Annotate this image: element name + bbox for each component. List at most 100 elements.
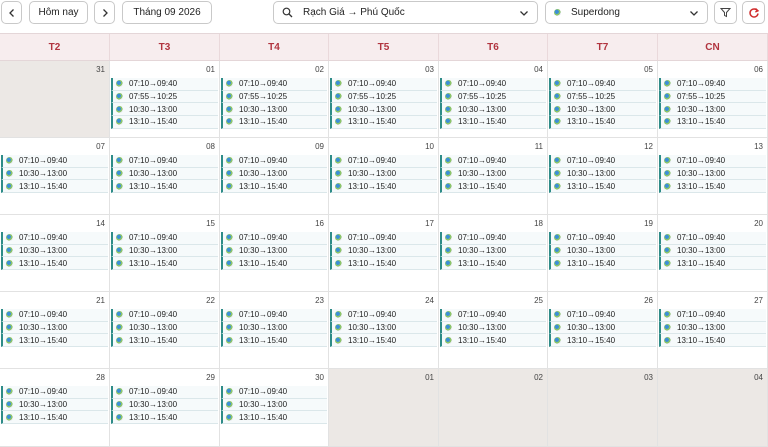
day-cell[interactable]: 27 07:10→09:40 10:30→13:00 13:10→15:40 [658, 292, 768, 369]
day-cell[interactable]: 12 07:10→09:40 10:30→13:00 13:10→15:40 [548, 138, 658, 215]
trip-event[interactable]: 07:10→09:40 [549, 78, 656, 91]
day-cell[interactable]: 14 07:10→09:40 10:30→13:00 13:10→15:40 [0, 215, 110, 292]
day-cell[interactable]: 19 07:10→09:40 10:30→13:00 13:10→15:40 [548, 215, 658, 292]
trip-event[interactable]: 10:30→13:00 [549, 167, 656, 181]
trip-event[interactable]: 10:30→13:00 [549, 321, 656, 335]
day-cell[interactable]: 07 07:10→09:40 10:30→13:00 13:10→15:40 [0, 138, 110, 215]
trip-event[interactable]: 10:30→13:00 [221, 398, 327, 412]
today-button[interactable]: Hôm nay [29, 1, 88, 24]
trip-event[interactable]: 10:30→13:00 [330, 103, 437, 117]
trip-event[interactable]: 07:10→09:40 [111, 386, 218, 399]
trip-event[interactable]: 10:30→13:00 [221, 244, 327, 258]
trip-event[interactable]: 13:10→15:40 [549, 116, 656, 129]
trip-event[interactable]: 13:10→15:40 [111, 116, 218, 129]
trip-event[interactable]: 13:10→15:40 [221, 334, 327, 348]
trip-event[interactable]: 10:30→13:00 [111, 103, 218, 117]
trip-event[interactable]: 13:10→15:40 [330, 257, 437, 271]
trip-event[interactable]: 07:10→09:40 [549, 309, 656, 322]
trip-event[interactable]: 10:30→13:00 [221, 321, 327, 335]
trip-event[interactable]: 10:30→13:00 [440, 103, 546, 117]
day-cell[interactable]: 29 07:10→09:40 10:30→13:00 13:10→15:40 [110, 369, 220, 447]
route-select[interactable]: Rạch Giá → Phú Quốc [273, 1, 538, 24]
trip-event[interactable]: 10:30→13:00 [221, 103, 327, 117]
trip-event[interactable]: 10:30→13:00 [111, 398, 218, 412]
day-cell[interactable]: 18 07:10→09:40 10:30→13:00 13:10→15:40 [439, 215, 548, 292]
trip-event[interactable]: 13:10→15:40 [111, 334, 218, 348]
day-cell[interactable]: 16 07:10→09:40 10:30→13:00 13:10→15:40 [220, 215, 329, 292]
trip-event[interactable]: 13:10→15:40 [549, 334, 656, 348]
day-cell[interactable]: 04 07:10→09:40 07:55→10:25 10:30→13:00 13:10… [439, 61, 548, 138]
trip-event[interactable]: 10:30→13:00 [1, 398, 108, 412]
day-cell[interactable]: 25 07:10→09:40 10:30→13:00 13:10→15:40 [439, 292, 548, 369]
trip-event[interactable]: 13:10→15:40 [549, 257, 656, 271]
trip-event[interactable]: 13:10→15:40 [221, 116, 327, 129]
trip-event[interactable]: 13:10→15:40 [111, 257, 218, 271]
trip-event[interactable]: 10:30→13:00 [221, 167, 327, 181]
trip-event[interactable]: 13:10→15:40 [440, 180, 546, 194]
trip-event[interactable]: 10:30→13:00 [1, 244, 108, 258]
day-cell[interactable]: 02 07:10→09:40 07:55→10:25 10:30→13:00 13:10… [220, 61, 329, 138]
trip-event[interactable]: 10:30→13:00 [659, 103, 766, 117]
trip-event[interactable]: 07:10→09:40 [659, 232, 766, 245]
day-cell[interactable]: 15 07:10→09:40 10:30→13:00 13:10→15:40 [110, 215, 220, 292]
day-cell[interactable]: 10 07:10→09:40 10:30→13:00 13:10→15:40 [329, 138, 439, 215]
day-cell[interactable]: 13 07:10→09:40 10:30→13:00 13:10→15:40 [658, 138, 768, 215]
refresh-button[interactable] [742, 1, 765, 24]
trip-event[interactable]: 07:10→09:40 [440, 78, 546, 91]
trip-event[interactable]: 07:10→09:40 [221, 386, 327, 399]
day-cell[interactable]: 22 07:10→09:40 10:30→13:00 13:10→15:40 [110, 292, 220, 369]
trip-event[interactable]: 10:30→13:00 [549, 244, 656, 258]
trip-event[interactable]: 07:10→09:40 [440, 309, 546, 322]
trip-event[interactable]: 10:30→13:00 [111, 244, 218, 258]
trip-event[interactable]: 10:30→13:00 [659, 321, 766, 335]
day-cell[interactable]: 06 07:10→09:40 07:55→10:25 10:30→13:00 13:10… [658, 61, 768, 138]
trip-event[interactable]: 07:10→09:40 [659, 155, 766, 168]
prev-month-button[interactable] [1, 1, 22, 24]
trip-event[interactable]: 07:10→09:40 [111, 155, 218, 168]
trip-event[interactable]: 07:10→09:40 [330, 155, 437, 168]
trip-event[interactable]: 07:55→10:25 [440, 90, 546, 104]
trip-event[interactable]: 13:10→15:40 [659, 334, 766, 348]
trip-event[interactable]: 07:10→09:40 [549, 155, 656, 168]
trip-event[interactable]: 07:10→09:40 [111, 309, 218, 322]
trip-event[interactable]: 13:10→15:40 [330, 180, 437, 194]
trip-event[interactable]: 07:10→09:40 [659, 309, 766, 322]
trip-event[interactable]: 10:30→13:00 [549, 103, 656, 117]
next-month-button[interactable] [94, 1, 115, 24]
day-cell[interactable]: 23 07:10→09:40 10:30→13:00 13:10→15:40 [220, 292, 329, 369]
trip-event[interactable]: 07:10→09:40 [1, 309, 108, 322]
day-cell[interactable]: 02 [439, 369, 548, 447]
day-cell[interactable]: 31 [0, 61, 110, 138]
trip-event[interactable]: 13:10→15:40 [440, 257, 546, 271]
trip-event[interactable]: 07:10→09:40 [440, 155, 546, 168]
trip-event[interactable]: 13:10→15:40 [549, 180, 656, 194]
day-cell[interactable]: 20 07:10→09:40 10:30→13:00 13:10→15:40 [658, 215, 768, 292]
trip-event[interactable]: 07:55→10:25 [659, 90, 766, 104]
day-cell[interactable]: 08 07:10→09:40 10:30→13:00 13:10→15:40 [110, 138, 220, 215]
trip-event[interactable]: 07:10→09:40 [330, 232, 437, 245]
trip-event[interactable]: 07:10→09:40 [659, 78, 766, 91]
trip-event[interactable]: 13:10→15:40 [221, 180, 327, 194]
trip-event[interactable]: 10:30→13:00 [111, 167, 218, 181]
trip-event[interactable]: 13:10→15:40 [440, 334, 546, 348]
trip-event[interactable]: 07:10→09:40 [111, 78, 218, 91]
trip-event[interactable]: 10:30→13:00 [440, 321, 546, 335]
day-cell[interactable]: 21 07:10→09:40 10:30→13:00 13:10→15:40 [0, 292, 110, 369]
trip-event[interactable]: 07:10→09:40 [1, 386, 108, 399]
trip-event[interactable]: 07:10→09:40 [221, 155, 327, 168]
trip-event[interactable]: 10:30→13:00 [659, 244, 766, 258]
trip-event[interactable]: 13:10→15:40 [221, 257, 327, 271]
trip-event[interactable]: 13:10→15:40 [659, 116, 766, 129]
trip-event[interactable]: 10:30→13:00 [659, 167, 766, 181]
trip-event[interactable]: 10:30→13:00 [440, 244, 546, 258]
day-cell[interactable]: 03 [548, 369, 658, 447]
trip-event[interactable]: 13:10→15:40 [221, 411, 327, 425]
trip-event[interactable]: 13:10→15:40 [659, 257, 766, 271]
day-cell[interactable]: 26 07:10→09:40 10:30→13:00 13:10→15:40 [548, 292, 658, 369]
day-cell[interactable]: 04 [658, 369, 768, 447]
day-cell[interactable]: 03 07:10→09:40 07:55→10:25 10:30→13:00 13:10… [329, 61, 439, 138]
trip-event[interactable]: 10:30→13:00 [440, 167, 546, 181]
day-cell[interactable]: 01 [329, 369, 439, 447]
trip-event[interactable]: 07:10→09:40 [221, 232, 327, 245]
trip-event[interactable]: 07:55→10:25 [221, 90, 327, 104]
